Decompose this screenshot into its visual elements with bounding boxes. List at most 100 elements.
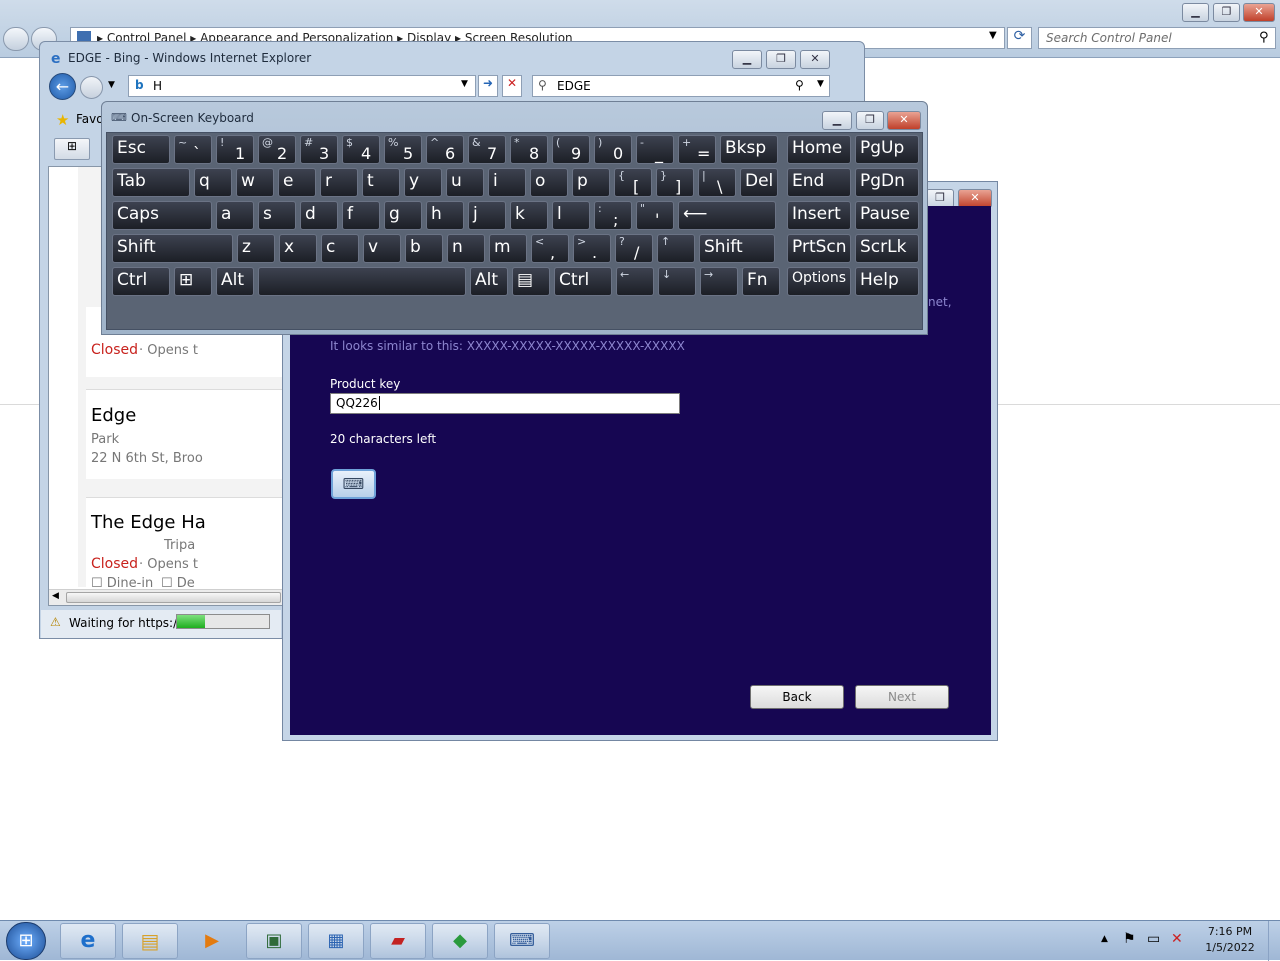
product-key-input[interactable]: QQ226: [330, 393, 680, 414]
taskbar-osk-button[interactable]: ⌨: [494, 923, 550, 959]
result-name[interactable]: Edge: [91, 405, 136, 426]
key-3-9[interactable]: >.: [573, 234, 611, 263]
show-desktop-button[interactable]: [1268, 921, 1280, 961]
key-2-0[interactable]: Caps: [112, 201, 212, 230]
key-nav-4-1[interactable]: Help: [855, 267, 919, 296]
taskbar-activation-button[interactable]: ◆: [432, 923, 488, 959]
key-nav-3-1[interactable]: ScrLk: [855, 234, 919, 263]
key-4-3[interactable]: [258, 267, 466, 296]
go-button[interactable]: ➜: [478, 75, 498, 97]
key-3-0[interactable]: Shift: [112, 234, 233, 263]
key-3-1[interactable]: z: [237, 234, 275, 263]
key-1-12[interactable]: }]: [656, 168, 694, 197]
key-3-2[interactable]: x: [279, 234, 317, 263]
key-0-10[interactable]: (9: [552, 135, 590, 164]
key-nav-3-0[interactable]: PrtScn: [787, 234, 851, 263]
key-0-9[interactable]: * 8: [510, 135, 548, 164]
ie-address-bar[interactable]: b H ▼: [128, 75, 476, 97]
key-1-5[interactable]: t: [362, 168, 400, 197]
key-2-10[interactable]: :;: [594, 201, 632, 230]
result-card-2[interactable]: Edge Park 22 N 6th St, Broo: [86, 389, 288, 479]
key-2-5[interactable]: g: [384, 201, 422, 230]
osk-minimize-button[interactable]: ▁: [822, 111, 852, 130]
key-0-13[interactable]: + =: [678, 135, 716, 164]
taskbar-control-panel-button[interactable]: ▦: [308, 923, 364, 959]
key-nav-2-1[interactable]: Pause: [855, 201, 919, 230]
key-2-9[interactable]: l: [552, 201, 590, 230]
key-nav-1-0[interactable]: End: [787, 168, 851, 197]
ie-close-button[interactable]: ✕: [800, 50, 830, 69]
key-4-9[interactable]: →: [700, 267, 738, 296]
key-0-0[interactable]: Esc: [112, 135, 170, 164]
key-2-8[interactable]: k: [510, 201, 548, 230]
ie-forward-button[interactable]: [80, 76, 103, 99]
quick-tabs-button[interactable]: ⊞: [54, 138, 90, 160]
key-1-11[interactable]: {[: [614, 168, 652, 197]
key-2-3[interactable]: d: [300, 201, 338, 230]
key-4-2[interactable]: Alt: [216, 267, 254, 296]
key-3-6[interactable]: n: [447, 234, 485, 263]
volume-muted-icon[interactable]: ✕: [1171, 931, 1183, 947]
key-2-2[interactable]: s: [258, 201, 296, 230]
key-3-12[interactable]: Shift: [699, 234, 775, 263]
key-4-0[interactable]: Ctrl: [112, 267, 170, 296]
key-1-10[interactable]: p: [572, 168, 610, 197]
key-3-10[interactable]: ? /: [615, 234, 653, 263]
key-3-11[interactable]: ↑: [657, 234, 695, 263]
key-nav-2-0[interactable]: Insert: [787, 201, 851, 230]
key-3-5[interactable]: b: [405, 234, 443, 263]
key-1-2[interactable]: w: [236, 168, 274, 197]
stop-button[interactable]: ✕: [502, 75, 522, 97]
scroll-left-icon[interactable]: ◀: [52, 591, 59, 601]
key-nav-0-1[interactable]: PgUp: [855, 135, 919, 164]
key-4-4[interactable]: Alt: [470, 267, 508, 296]
key-0-3[interactable]: @2: [258, 135, 296, 164]
key-nav-0-0[interactable]: Home: [787, 135, 851, 164]
key-4-5[interactable]: ▤: [512, 267, 550, 296]
result-name[interactable]: The Edge Ha: [91, 512, 206, 533]
key-0-2[interactable]: ! 1: [216, 135, 254, 164]
key-1-1[interactable]: q: [194, 168, 232, 197]
on-screen-keyboard-button[interactable]: ⌨: [331, 469, 376, 499]
favorites-star-icon[interactable]: ★: [56, 111, 69, 129]
key-2-4[interactable]: f: [342, 201, 380, 230]
cp-search-input[interactable]: Search Control Panel ⚲: [1038, 27, 1276, 49]
cp-back-button[interactable]: [3, 27, 29, 51]
key-3-4[interactable]: v: [363, 234, 401, 263]
next-button[interactable]: Next: [855, 685, 949, 709]
key-2-11[interactable]: " ': [636, 201, 674, 230]
ie-search-input[interactable]: ⚲ EDGE ⚲ ▼: [532, 75, 830, 97]
key-0-6[interactable]: % 5: [384, 135, 422, 164]
start-button[interactable]: ⊞: [6, 922, 46, 960]
key-2-12[interactable]: ⟵: [678, 201, 776, 230]
address-dropdown-icon[interactable]: ▼: [461, 79, 468, 89]
key-0-4[interactable]: #3: [300, 135, 338, 164]
scroll-thumb[interactable]: [66, 592, 281, 603]
key-3-8[interactable]: <,: [531, 234, 569, 263]
refresh-button[interactable]: ⟳: [1007, 27, 1032, 49]
key-1-6[interactable]: y: [404, 168, 442, 197]
key-1-14[interactable]: Del: [740, 168, 778, 197]
cp-maximize-button[interactable]: ❐: [1213, 3, 1240, 22]
search-dropdown-icon[interactable]: ▼: [817, 79, 824, 89]
key-nav-1-1[interactable]: PgDn: [855, 168, 919, 197]
key-2-1[interactable]: a: [216, 201, 254, 230]
taskbar-media-player-button[interactable]: ▶: [184, 923, 240, 959]
key-nav-4-0[interactable]: Options: [787, 267, 851, 296]
osk-close-button[interactable]: ✕: [887, 111, 921, 130]
key-0-11[interactable]: ) 0: [594, 135, 632, 164]
chevron-down-icon[interactable]: ▼: [989, 30, 997, 41]
key-0-5[interactable]: $4: [342, 135, 380, 164]
ie-back-button[interactable]: ←: [49, 73, 76, 100]
key-4-10[interactable]: Fn: [742, 267, 780, 296]
key-0-14[interactable]: Bksp: [720, 135, 778, 164]
search-icon[interactable]: ⚲: [1259, 30, 1269, 45]
result-card-3[interactable]: The Edge Ha Tripa Closed · Opens t ☐ Din…: [86, 497, 288, 592]
cp-close-button[interactable]: ✕: [1243, 3, 1275, 22]
key-4-8[interactable]: ↓: [658, 267, 696, 296]
key-4-6[interactable]: Ctrl: [554, 267, 612, 296]
key-1-9[interactable]: o: [530, 168, 568, 197]
key-4-1[interactable]: ⊞: [174, 267, 212, 296]
key-0-12[interactable]: - _: [636, 135, 674, 164]
key-4-7[interactable]: ←: [616, 267, 654, 296]
